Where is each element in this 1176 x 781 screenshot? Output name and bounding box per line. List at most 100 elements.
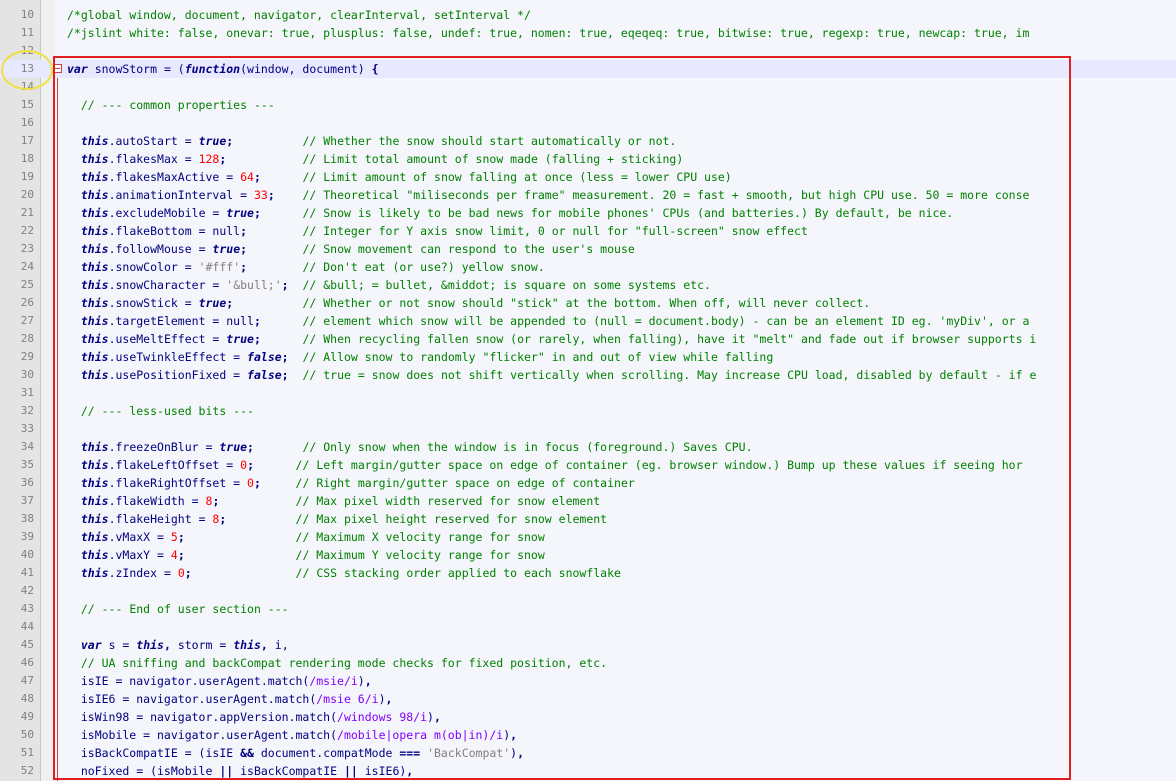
code-line[interactable]: 27 this.targetElement = null; // element… xyxy=(0,312,1176,330)
code-token: , xyxy=(163,638,171,652)
code-line[interactable]: 36 this.flakeRightOffset = 0; // Right m… xyxy=(0,474,1176,492)
code-text: this.freezeOnBlur = true; // Only snow w… xyxy=(67,438,753,456)
code-line[interactable]: 38 this.flakeHeight = 8; // Max pixel he… xyxy=(0,510,1176,528)
code-token: // Maximum Y velocity range for snow xyxy=(295,548,545,562)
code-token: // Integer for Y axis snow limit, 0 or n… xyxy=(302,224,808,238)
code-token: .flakeHeight = xyxy=(108,512,213,526)
code-token: // Whether or not snow should "stick" at… xyxy=(302,296,871,310)
code-text: this.snowCharacter = '&bull;'; // &bull;… xyxy=(67,276,711,294)
code-text: // UA sniffing and backCompat rendering … xyxy=(67,654,607,672)
code-line[interactable]: 25 this.snowCharacter = '&bull;'; // &bu… xyxy=(0,276,1176,294)
code-line[interactable]: 24 this.snowColor = '#fff'; // Don't eat… xyxy=(0,258,1176,276)
code-token: this xyxy=(80,530,109,544)
code-line[interactable]: 43 // --- End of user section --- xyxy=(0,600,1176,618)
code-token: // Snow is likely to be bad news for mob… xyxy=(302,206,954,220)
code-token: this xyxy=(80,242,109,256)
code-text: // --- End of user section --- xyxy=(67,600,289,618)
line-number: 24 xyxy=(20,260,34,273)
code-line[interactable]: 17 this.autoStart = true; // Whether the… xyxy=(0,132,1176,150)
code-token: 33 xyxy=(253,188,268,202)
fold-collapse-icon[interactable] xyxy=(53,64,62,73)
code-line[interactable]: 35 this.flakeLeftOffset = 0; // Left mar… xyxy=(0,456,1176,474)
code-line[interactable]: 29 this.useTwinkleEffect = false; // All… xyxy=(0,348,1176,366)
code-token: // Right margin/gutter space on edge of … xyxy=(295,476,635,490)
code-line[interactable]: 39 this.vMaxX = 5; // Maximum X velocity… xyxy=(0,528,1176,546)
code-line[interactable]: 13 var snowStorm = (function(window, docu… xyxy=(0,60,1176,78)
line-number: 38 xyxy=(20,512,34,525)
code-line[interactable]: 44 xyxy=(0,618,1176,636)
code-token: === xyxy=(399,746,421,760)
code-token: .flakesMaxActive = xyxy=(108,170,241,184)
code-token: .snowColor = xyxy=(108,260,199,274)
code-line[interactable]: 32 // --- less-used bits --- xyxy=(0,402,1176,420)
line-number: 40 xyxy=(20,548,34,561)
code-token: .useTwinkleEffect = xyxy=(108,350,248,364)
code-text: isWin98 = navigator.appVersion.match(/wi… xyxy=(67,708,441,726)
code-token: ) xyxy=(378,692,386,706)
code-line[interactable]: 34 this.freezeOnBlur = true; // Only sno… xyxy=(0,438,1176,456)
code-text: isBackCompatIE = (isIE && document.compa… xyxy=(67,744,524,762)
code-line[interactable]: 18 this.flakesMax = 128; // Limit total … xyxy=(0,150,1176,168)
code-line[interactable]: 51 isBackCompatIE = (isIE && document.co… xyxy=(0,744,1176,762)
code-line[interactable]: 30 this.usePositionFixed = false; // tru… xyxy=(0,366,1176,384)
code-token: .flakeWidth = xyxy=(108,494,206,508)
code-line[interactable]: 33 xyxy=(0,420,1176,438)
code-token: isIE = navigator.userAgent.match( xyxy=(67,674,310,688)
code-line[interactable]: 42 xyxy=(0,582,1176,600)
line-number: 28 xyxy=(20,332,34,345)
line-number: 46 xyxy=(20,656,34,669)
code-token: /msie/i xyxy=(309,674,358,688)
code-token: true xyxy=(226,206,254,220)
code-line[interactable]: 12 xyxy=(0,42,1176,60)
code-line[interactable]: 31 xyxy=(0,384,1176,402)
code-editor[interactable]: 10 /*global window, document, navigator, … xyxy=(0,0,1176,781)
code-token: this xyxy=(80,188,109,202)
code-line[interactable]: 28 this.useMeltEffect = true; // When re… xyxy=(0,330,1176,348)
code-line[interactable]: 21 this.excludeMobile = true; // Snow is… xyxy=(0,204,1176,222)
code-line[interactable]: 15 // --- common properties --- xyxy=(0,96,1176,114)
code-token: this xyxy=(80,278,109,292)
code-token: (window, document) xyxy=(240,62,372,76)
code-line[interactable]: 11 /*jslint white: false, onevar: true, p… xyxy=(0,24,1176,42)
code-line[interactable]: 41 this.zIndex = 0; // CSS stacking orde… xyxy=(0,564,1176,582)
code-line[interactable]: 47 isIE = navigator.userAgent.match(/msi… xyxy=(0,672,1176,690)
line-number: 21 xyxy=(20,206,34,219)
code-line[interactable]: 40 this.vMaxY = 4; // Maximum Y velocity… xyxy=(0,546,1176,564)
code-token: ; xyxy=(184,566,192,580)
code-line[interactable]: 16 xyxy=(0,114,1176,132)
code-token: .freezeOnBlur = xyxy=(108,440,220,454)
code-token: // Maximum X velocity range for snow xyxy=(295,530,545,544)
code-line[interactable]: 26 this.snowStick = true; // Whether or … xyxy=(0,294,1176,312)
code-line[interactable]: 37 this.flakeWidth = 8; // Max pixel wid… xyxy=(0,492,1176,510)
code-line[interactable]: 10 /*global window, document, navigator, … xyxy=(0,6,1176,24)
code-line[interactable]: 52 noFixed = (isMobile || isBackCompatIE… xyxy=(0,762,1176,780)
code-line[interactable]: 14 xyxy=(0,78,1176,96)
line-number: 36 xyxy=(20,476,34,489)
code-line[interactable]: 49 isWin98 = navigator.appVersion.match(… xyxy=(0,708,1176,726)
code-text: var s = this, storm = this, i, xyxy=(67,636,289,654)
code-text: this.flakeBottom = null; // Integer for … xyxy=(67,222,808,240)
code-token: this xyxy=(80,134,109,148)
code-line[interactable]: 50 isMobile = navigator.userAgent.match(… xyxy=(0,726,1176,744)
code-line[interactable]: 46 // UA sniffing and backCompat renderi… xyxy=(0,654,1176,672)
code-line[interactable]: 23 this.followMouse = true; // Snow move… xyxy=(0,240,1176,258)
code-token: isIE6 = navigator.userAgent.match( xyxy=(67,692,317,706)
line-number: 43 xyxy=(20,602,34,615)
code-token: { xyxy=(371,62,379,76)
code-line[interactable]: 22 this.flakeBottom = null; // Integer f… xyxy=(0,222,1176,240)
code-line[interactable]: 45 var s = this, storm = this, i, xyxy=(0,636,1176,654)
code-line[interactable]: 19 this.flakesMaxActive = 64; // Limit a… xyxy=(0,168,1176,186)
code-line[interactable]: 48 isIE6 = navigator.userAgent.match(/ms… xyxy=(0,690,1176,708)
line-number: 11 xyxy=(20,26,34,39)
code-line[interactable]: 20 this.animationInterval = 33; // Theor… xyxy=(0,186,1176,204)
